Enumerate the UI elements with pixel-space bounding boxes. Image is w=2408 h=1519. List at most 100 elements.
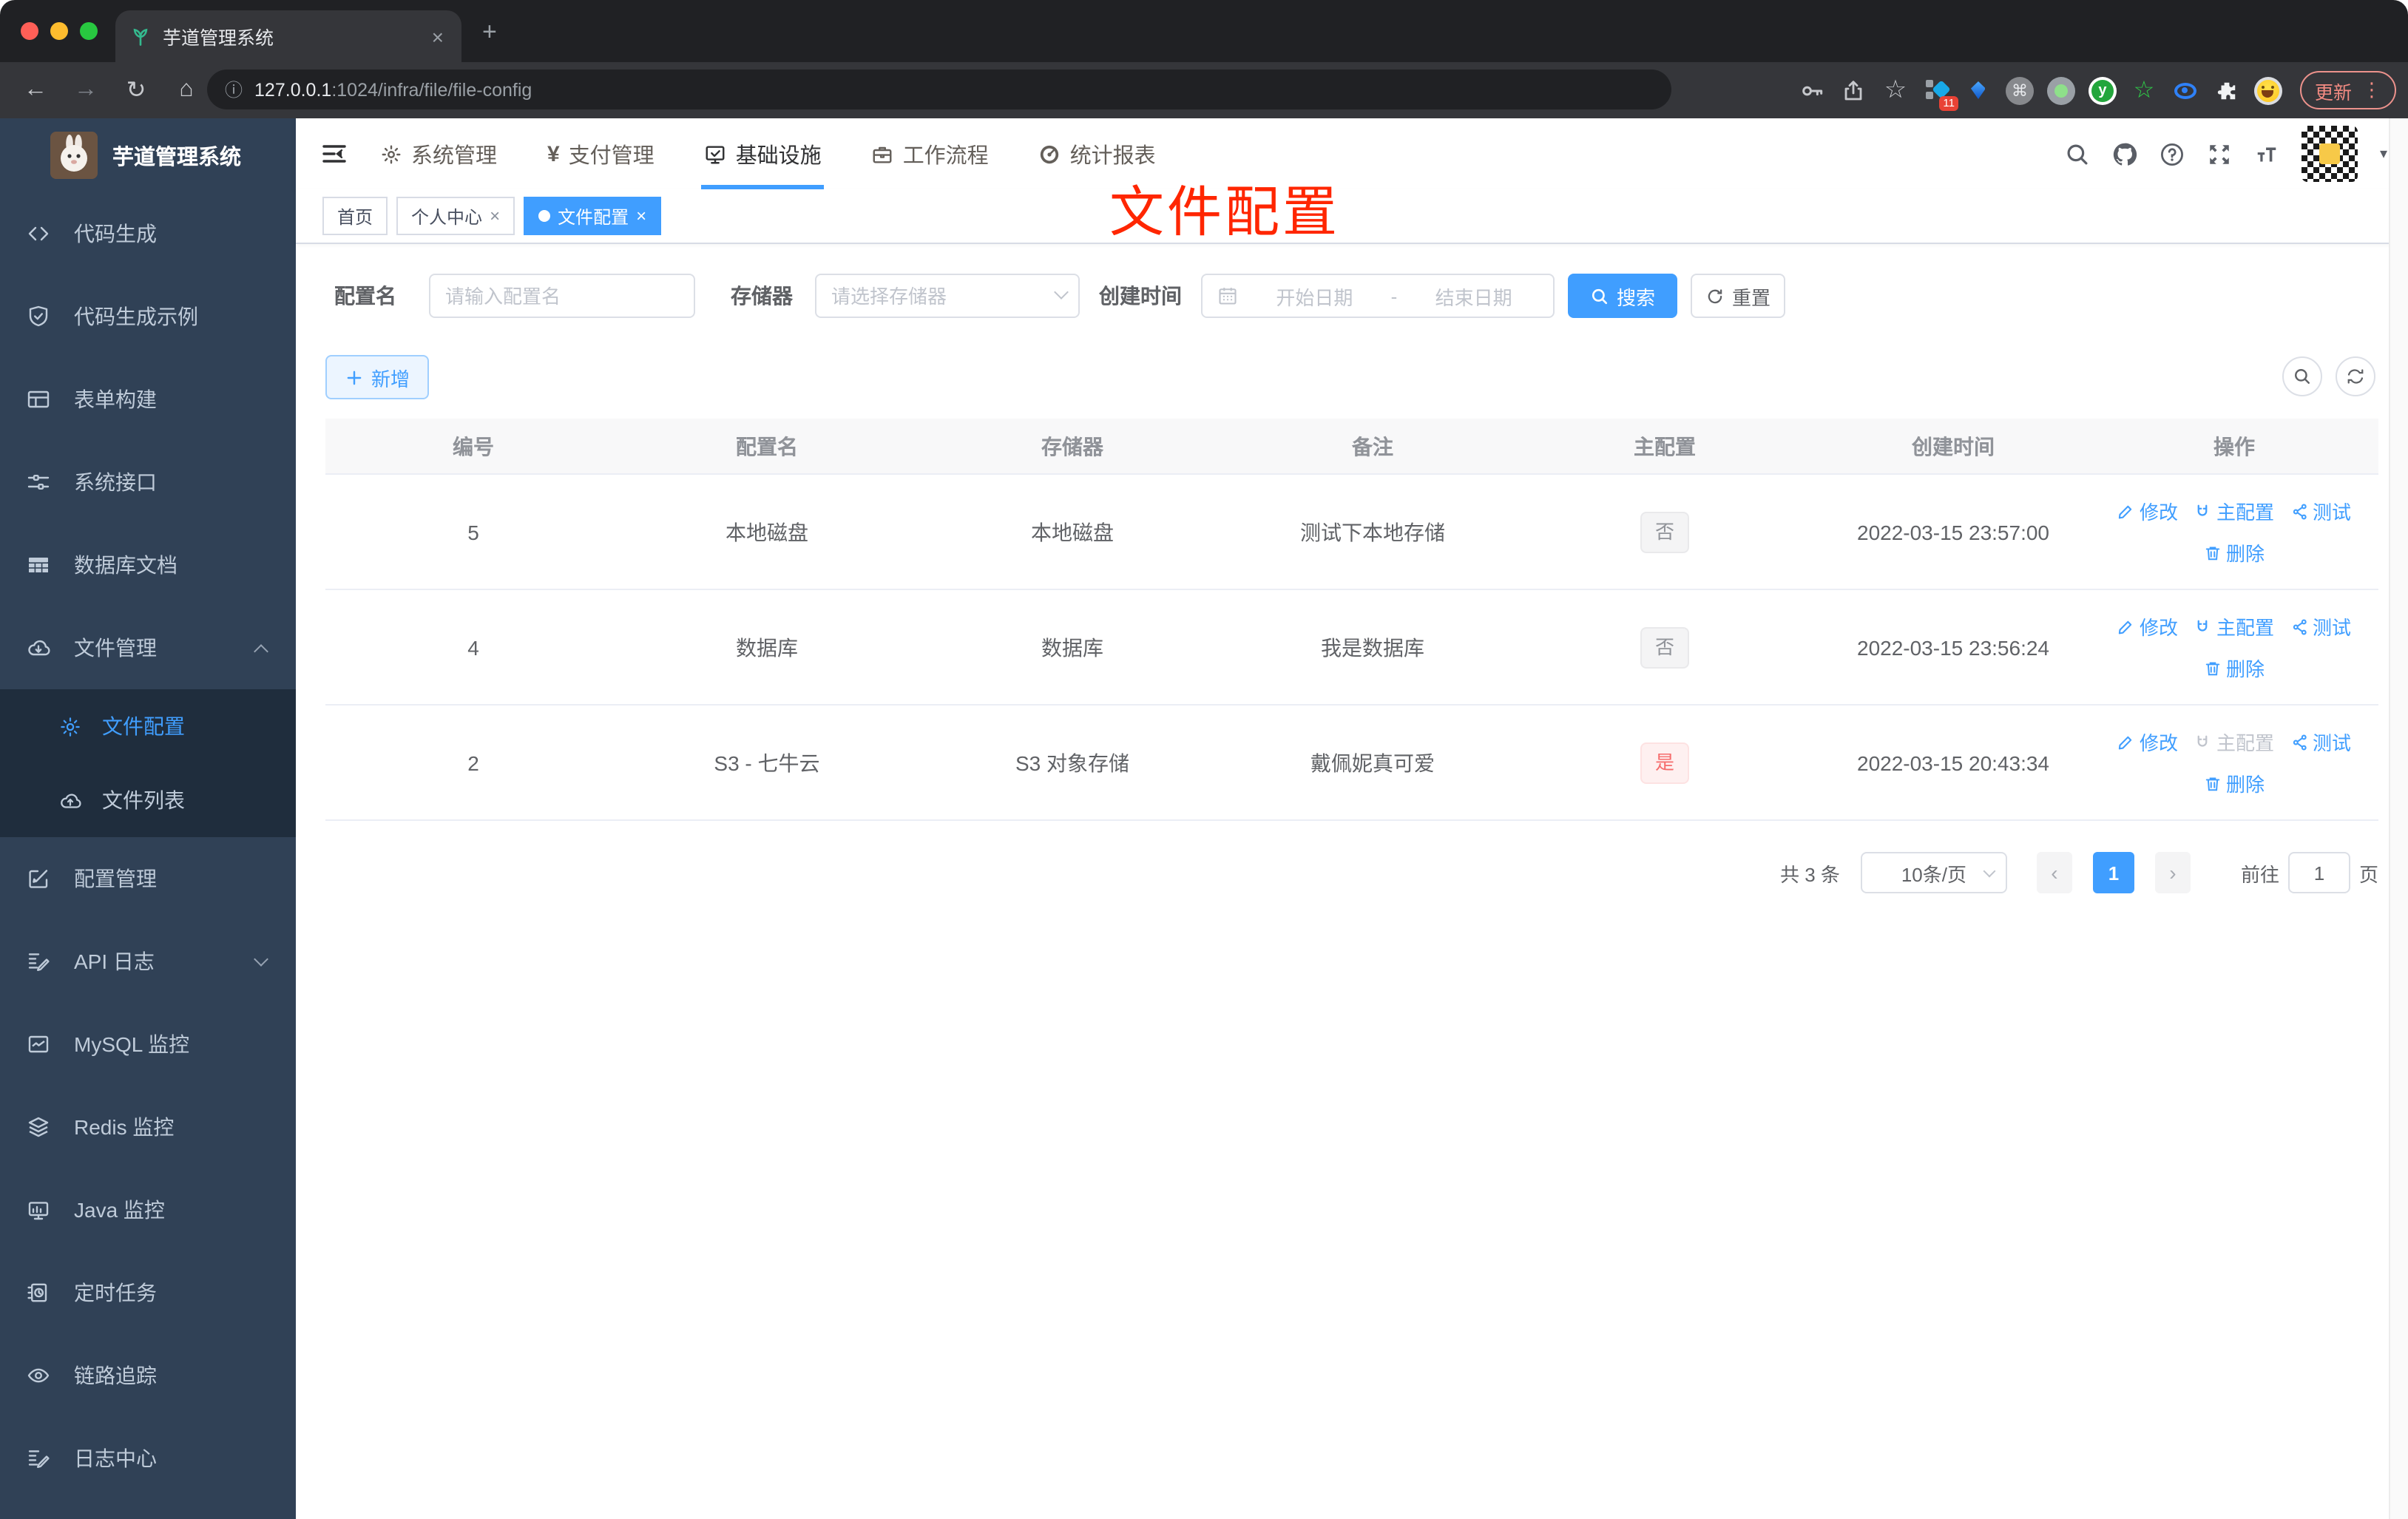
sidebar-item-form-builder[interactable]: 表单构建 [0,358,296,441]
sidebar-item-tracing[interactable]: 链路追踪 [0,1334,296,1417]
sidebar-item-scheduled-tasks[interactable]: 定时任务 [0,1251,296,1334]
sidebar-item-file-list[interactable]: 文件列表 [0,763,296,837]
edit-link[interactable]: 修改 [2117,728,2178,756]
edit-icon [2119,504,2133,518]
extension-recorder-icon[interactable] [2046,76,2075,104]
goto-page-input[interactable] [2287,852,2350,893]
cell-remark: 戴佩妮真可爱 [1310,751,1435,774]
add-button[interactable]: 新增 [325,355,429,399]
gear-icon [59,715,81,737]
edit-link[interactable]: 修改 [2117,612,2178,640]
new-tab-button[interactable]: + [482,19,497,44]
file-config-table: 编号 配置名 存储器 备注 主配置 创建时间 操作 5 本地磁盘 本地磁盘 测试… [325,419,2378,821]
nav-item-workflow[interactable]: 工作流程 [872,118,989,189]
delete-link[interactable]: 删除 [2204,538,2265,566]
yen-icon: ¥ [547,141,560,166]
sidebar-item-db-doc[interactable]: 数据库文档 [0,524,296,606]
sidebar-item-redis-monitor[interactable]: Redis 监控 [0,1086,296,1168]
share-icon[interactable] [1840,76,1868,104]
avatar[interactable] [2301,126,2358,182]
tab-close-icon[interactable]: × [429,24,447,48]
sidebar-item-system-api[interactable]: 系统接口 [0,441,296,524]
layers-icon [27,1115,50,1139]
prev-page-button[interactable]: ‹ [2036,852,2072,893]
edit-link[interactable]: 修改 [2117,497,2178,525]
master-config-link-disabled: 主配置 [2194,728,2274,756]
page-number-active[interactable]: 1 [2092,852,2134,893]
page-size-select[interactable]: 10条/页 [1860,852,2007,893]
refresh-table-button[interactable] [2336,356,2375,396]
cell-storage: 数据库 [1041,635,1103,659]
reload-icon[interactable]: ↻ [121,75,151,105]
extension-command-icon[interactable]: ⌘ [2005,76,2034,104]
date-range-picker[interactable]: 开始日期 - 结束日期 [1201,274,1555,318]
sidebar-item-config-management[interactable]: 配置管理 [0,837,296,920]
delete-link[interactable]: 删除 [2204,769,2265,797]
search-icon[interactable] [2065,141,2090,166]
site-info-icon[interactable]: ⓘ [225,77,243,102]
monitor-check-icon [706,145,726,163]
refresh-icon [1708,288,1722,303]
browser-menu-icon[interactable]: ⋮ [2362,78,2381,102]
logo-row[interactable]: 芋道管理系统 [0,118,296,192]
sidebar-item-mysql-monitor[interactable]: MySQL 监控 [0,1003,296,1086]
test-link[interactable]: 测试 [2290,497,2351,525]
show-search-button[interactable] [2282,356,2322,396]
password-key-icon[interactable] [1799,76,1827,104]
address-bar[interactable]: ⓘ 127.0.0.1:1024/infra/file/file-config [207,70,1671,109]
avatar-dropdown-icon[interactable]: ▾ [2380,146,2387,162]
tag-close-icon[interactable]: × [490,206,500,226]
master-config-link[interactable]: 主配置 [2194,612,2274,640]
fullscreen-icon[interactable] [2207,141,2232,166]
sidebar-item-log-center[interactable]: 日志中心 [0,1417,296,1500]
github-icon[interactable] [2112,141,2137,166]
font-size-icon[interactable] [2254,141,2279,166]
nav-item-infrastructure[interactable]: 基础设施 [701,118,825,189]
close-window-button[interactable] [21,22,38,40]
browser-tab[interactable]: 芋道管理系统 × [115,10,461,62]
config-name-input[interactable] [429,274,695,318]
storage-select[interactable] [815,274,1080,318]
home-icon[interactable]: ⌂ [172,77,201,104]
bookmark-star-icon[interactable]: ☆ [1881,75,1910,104]
test-link[interactable]: 测试 [2290,728,2351,756]
back-icon[interactable]: ← [21,77,50,104]
search-button[interactable]: 搜索 [1568,274,1677,318]
tag-file-config[interactable]: 文件配置 × [524,197,662,235]
sidebar-item-java-monitor[interactable]: Java 监控 [0,1168,296,1251]
sidebar-item-file-config[interactable]: 文件配置 [0,689,296,763]
red-annotation: 文件配置 [1109,182,1340,243]
zoom-window-button[interactable] [80,22,98,40]
main-area: 系统管理 ¥ 支付管理 基础设施 工作流程 统计报表 ▾ 首页 个人中心 × 文… [296,118,2408,1519]
forward-icon[interactable]: → [71,77,101,104]
nav-item-system[interactable]: 系统管理 [380,118,497,189]
extension-v-icon[interactable]: y [2088,76,2117,104]
next-page-button[interactable]: › [2154,852,2191,893]
chrome-update-button[interactable]: 更新 ⋮ [2299,71,2396,109]
chevron-down-icon [1983,865,1996,878]
reset-button[interactable]: 重置 [1691,274,1785,318]
extension-tag-assistant-icon[interactable]: 11 [1923,76,1958,110]
sidebar-item-file-management[interactable]: 文件管理 [0,606,296,689]
sidebar-item-code-generation[interactable]: 代码生成 [0,192,296,275]
test-link[interactable]: 测试 [2290,612,2351,640]
extensions-puzzle-icon[interactable] [2213,76,2241,104]
scrollbar-track[interactable] [2389,118,2408,1519]
share-test-icon [2292,734,2306,750]
delete-link[interactable]: 删除 [2204,654,2265,682]
nav-item-payment[interactable]: ¥ 支付管理 [547,118,655,189]
tag-close-icon[interactable]: × [636,206,646,226]
storage-select-input[interactable] [815,274,1080,318]
minimize-window-button[interactable] [50,22,68,40]
extension-kite-icon[interactable] [1964,76,1992,104]
sidebar-item-api-log[interactable]: API 日志 [0,920,296,1003]
extension-emoji-icon[interactable] [2253,76,2282,104]
master-config-link[interactable]: 主配置 [2194,497,2274,525]
tag-home[interactable]: 首页 [322,197,388,235]
help-icon[interactable] [2160,141,2185,166]
sidebar-item-code-demo[interactable]: 代码生成示例 [0,275,296,358]
extension-star-icon[interactable]: ☆ [2130,76,2158,104]
sidebar-collapse-icon[interactable] [321,142,348,166]
extension-eye-icon[interactable] [2171,76,2199,104]
tag-profile[interactable]: 个人中心 × [396,197,515,235]
